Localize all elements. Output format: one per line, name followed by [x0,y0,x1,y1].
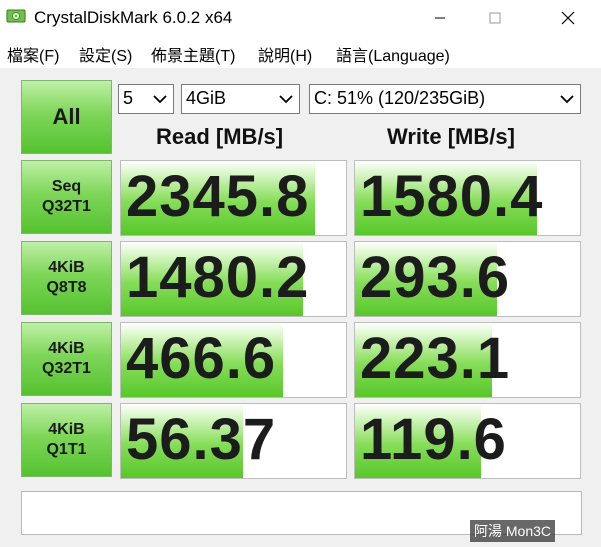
read-value: 2345.8 [126,164,310,229]
test-label-line2: Q32T1 [42,360,91,377]
close-icon [561,11,575,25]
close-button[interactable] [545,0,591,36]
test-count-select[interactable]: 5 [118,84,174,114]
seq-q32t1-write-result: 1580.4 [354,160,581,236]
test-label-line2: Q32T1 [42,198,91,215]
4kib-q32t1-read-result: 466.6 [120,322,347,398]
menu-bar: 檔案(F) 設定(S) 佈景主題(T) 說明(H) 語言(Language) [0,36,601,68]
write-value: 223.1 [360,326,511,391]
chevron-down-icon [560,95,574,104]
chevron-down-icon [153,95,167,104]
read-value: 1480.2 [126,245,310,310]
menu-help[interactable]: 說明(H) [258,42,312,66]
drive-select[interactable]: C: 51% (120/235GiB) [309,84,581,114]
menu-settings[interactable]: 設定(S) [79,42,132,66]
menu-language[interactable]: 語言(Language) [336,42,450,66]
4kib-q1t1-read-result: 56.37 [120,403,347,479]
test-size-value: 4GiB [186,88,227,108]
test-size-select[interactable]: 4GiB [181,84,300,114]
4kib-q8t8-write-result: 293.6 [354,241,581,317]
4kib-q32t1-button[interactable]: 4KiB Q32T1 [21,322,112,396]
4kib-q32t1-write-result: 223.1 [354,322,581,398]
menu-file[interactable]: 檔案(F) [7,42,59,66]
maximize-icon [489,12,501,24]
app-disk-icon [6,8,26,24]
minimize-icon [435,17,445,19]
minimize-button[interactable] [417,0,463,36]
write-value: 293.6 [360,245,511,310]
title-bar: CrystalDiskMark 6.0.2 x64 [0,0,601,36]
write-column-header: Write [MB/s] [387,124,515,149]
drive-value: C: 51% (120/235GiB) [314,88,486,108]
write-value: 119.6 [360,407,507,472]
seq-q32t1-button[interactable]: Seq Q32T1 [21,160,112,234]
test-label-line2: Q8T8 [46,279,87,296]
write-value: 1580.4 [360,164,544,229]
test-count-value: 5 [123,88,134,108]
window-title: CrystalDiskMark 6.0.2 x64 [34,8,233,27]
4kib-q8t8-button[interactable]: 4KiB Q8T8 [21,241,112,315]
4kib-q8t8-read-result: 1480.2 [120,241,347,317]
test-label-line1: 4KiB [48,259,85,276]
chevron-down-icon [279,95,293,104]
test-label-line1: 4KiB [48,421,85,438]
watermark: 阿湯 Mon3C [470,520,556,542]
read-column-header: Read [MB/s] [156,124,284,149]
maximize-button[interactable] [472,0,518,36]
test-label-line2: Q1T1 [46,441,87,458]
menu-theme[interactable]: 佈景主題(T) [151,42,235,66]
all-button[interactable]: All [21,80,112,154]
test-label-line1: Seq [51,178,82,195]
seq-q32t1-read-result: 2345.8 [120,160,347,236]
test-label-line1: 4KiB [48,340,85,357]
4kib-q1t1-write-result: 119.6 [354,403,581,479]
read-value: 466.6 [126,326,277,391]
read-value: 56.37 [126,407,277,472]
4kib-q1t1-button[interactable]: 4KiB Q1T1 [21,403,112,477]
